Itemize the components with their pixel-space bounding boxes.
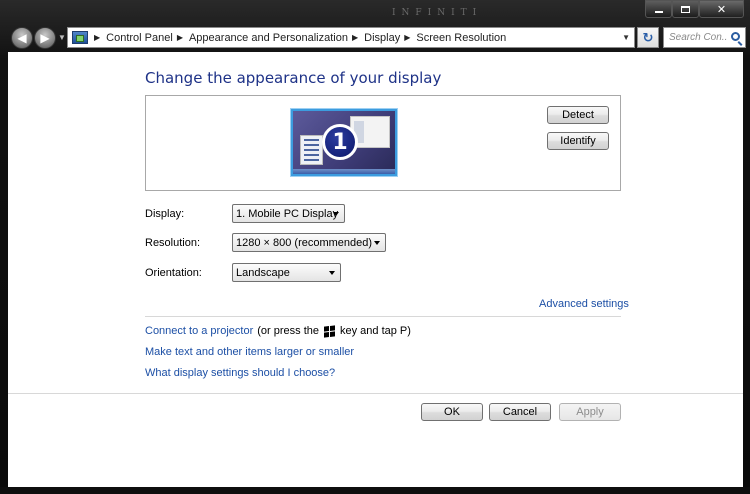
caption-buttons: ✕: [645, 0, 744, 18]
page-title: Change the appearance of your display: [145, 69, 442, 87]
window-bottom-edge: [0, 487, 750, 494]
breadcrumb-appearance[interactable]: Appearance and Personalization: [189, 32, 348, 44]
ok-button[interactable]: OK: [421, 403, 483, 421]
search-input[interactable]: [669, 32, 727, 43]
orientation-select-value: Landscape: [236, 266, 290, 279]
close-button[interactable]: ✕: [699, 0, 744, 18]
search-icon[interactable]: [731, 32, 740, 41]
forward-arrow-icon: ▶: [40, 31, 50, 45]
wallpaper-logo-text: INFINITI: [392, 8, 483, 18]
address-dropdown-icon[interactable]: ▼: [622, 33, 630, 42]
maximize-button[interactable]: [672, 0, 699, 18]
display-preview-area: 1 Detect Identify: [145, 95, 621, 191]
orientation-label: Orientation:: [145, 267, 202, 279]
display-help-link[interactable]: What display settings should I choose?: [145, 367, 335, 379]
search-box[interactable]: [663, 27, 746, 48]
text-size-link[interactable]: Make text and other items larger or smal…: [145, 346, 354, 358]
divider: [145, 316, 621, 317]
monitor-1-thumbnail[interactable]: 1: [291, 109, 397, 176]
resolution-select[interactable]: 1280 × 800 (recommended): [232, 233, 386, 252]
orientation-select[interactable]: Landscape: [232, 263, 341, 282]
breadcrumb-chevron-icon[interactable]: ▶: [177, 33, 183, 42]
projector-line: Connect to a projector (or press the key…: [145, 324, 411, 338]
close-icon: ✕: [716, 3, 727, 16]
display-select[interactable]: 1. Mobile PC Display: [232, 204, 345, 223]
refresh-icon: ↻: [642, 29, 654, 45]
back-arrow-icon: ◀: [17, 31, 27, 45]
breadcrumb-screen-resolution[interactable]: Screen Resolution: [416, 32, 506, 44]
breadcrumb-chevron-icon[interactable]: ▶: [94, 33, 100, 42]
chevron-down-icon: [374, 241, 380, 245]
monitor-number-badge: 1: [322, 124, 358, 160]
footer-divider: [8, 393, 743, 394]
projector-hint-text: (or press the: [257, 325, 319, 337]
monitor-mini-window-icon: [300, 135, 323, 165]
minimize-icon: [654, 11, 663, 13]
advanced-settings-link[interactable]: Advanced settings: [539, 298, 629, 310]
maximize-icon: [681, 5, 690, 13]
resolution-label: Resolution:: [145, 237, 201, 249]
apply-button[interactable]: Apply: [559, 403, 621, 421]
window-frame: INFINITI ✕ ◀ ▶ ▼ ▶ Control Panel ▶ Appea…: [0, 0, 750, 494]
monitor-mini-taskbar: [293, 169, 395, 174]
breadcrumb-control-panel[interactable]: Control Panel: [106, 32, 173, 44]
navigation-bar: ◀ ▶ ▼ ▶ Control Panel ▶ Appearance and P…: [0, 26, 750, 50]
identify-button[interactable]: Identify: [547, 132, 609, 150]
chevron-down-icon: [329, 271, 335, 275]
refresh-button[interactable]: ↻: [637, 27, 659, 48]
resolution-select-value: 1280 × 800 (recommended): [236, 236, 373, 249]
projector-hint-text-end: key and tap P): [339, 325, 411, 337]
control-panel-icon: [72, 31, 88, 44]
windows-logo-icon: [323, 324, 335, 338]
minimize-button[interactable]: [645, 0, 672, 18]
breadcrumb-display[interactable]: Display: [364, 32, 400, 44]
breadcrumb-chevron-icon[interactable]: ▶: [352, 33, 358, 42]
connect-projector-link[interactable]: Connect to a projector: [145, 325, 253, 337]
recent-pages-dropdown[interactable]: ▼: [58, 33, 66, 42]
content-pane: Change the appearance of your display 1 …: [8, 52, 743, 487]
forward-button[interactable]: ▶: [34, 27, 56, 49]
detect-button[interactable]: Detect: [547, 106, 609, 124]
breadcrumb-chevron-icon[interactable]: ▶: [404, 33, 410, 42]
cancel-button[interactable]: Cancel: [489, 403, 551, 421]
display-label: Display:: [145, 208, 185, 220]
chevron-down-icon: [333, 212, 339, 216]
display-select-value: 1. Mobile PC Display: [236, 207, 339, 220]
address-bar[interactable]: ▶ Control Panel ▶ Appearance and Persona…: [67, 27, 635, 48]
back-button[interactable]: ◀: [11, 27, 33, 49]
